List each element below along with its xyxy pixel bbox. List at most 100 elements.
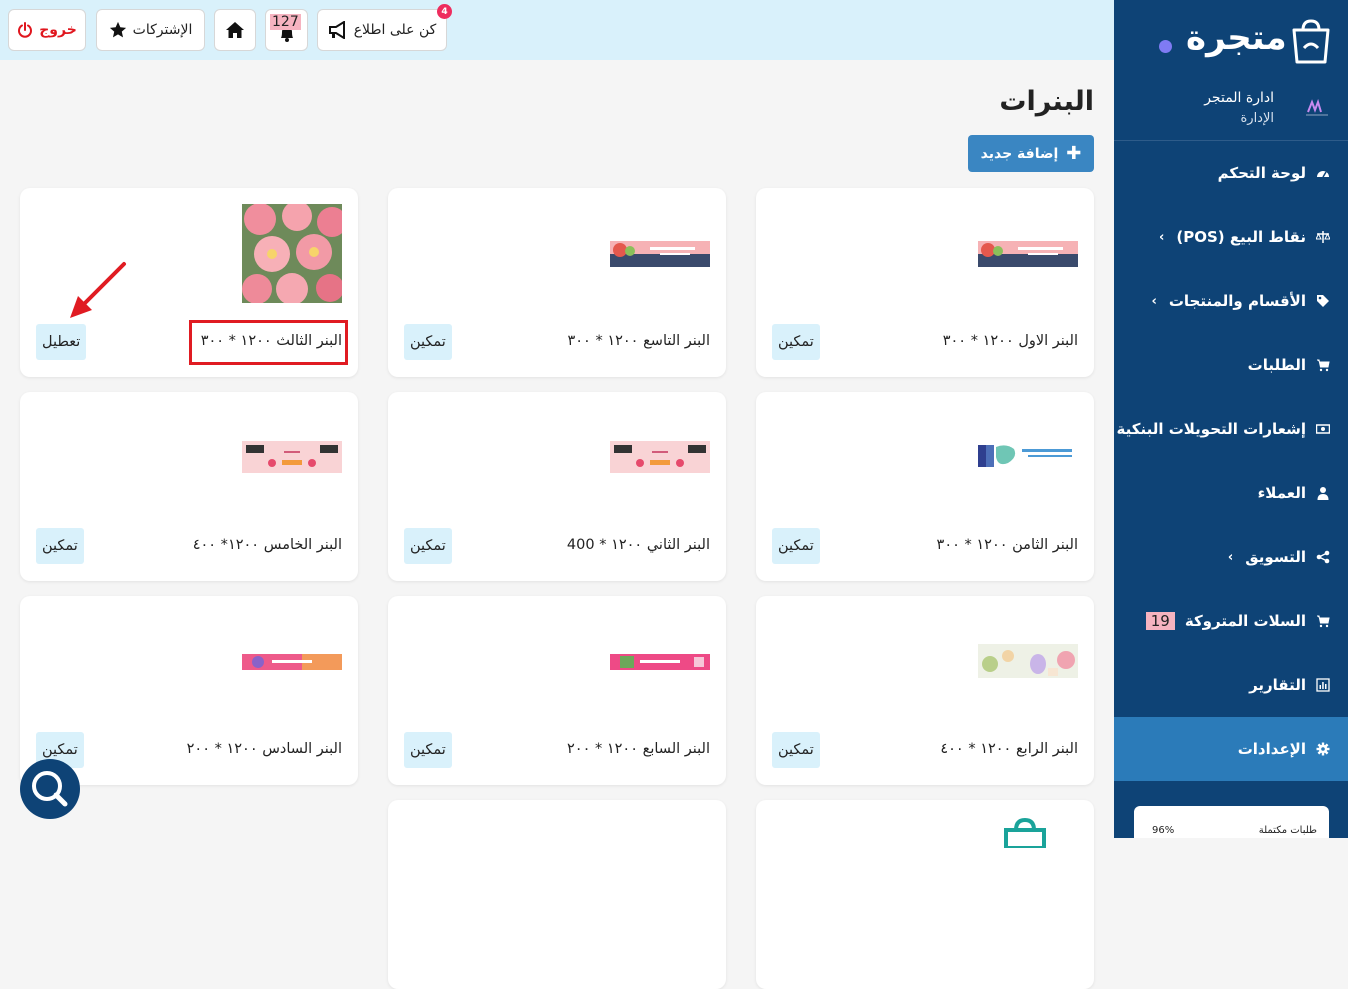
plus-icon: ✚ [1066, 143, 1082, 164]
sidebar-item-pos[interactable]: نقاط البيع (POS) › [1114, 205, 1348, 269]
home-icon [226, 22, 244, 38]
dashboard-icon [1317, 171, 1329, 178]
search-fab-button[interactable] [20, 759, 80, 819]
notifications-count: 127 [270, 14, 301, 30]
enable-button[interactable]: تمكين [772, 528, 820, 564]
star-icon [109, 21, 126, 38]
enable-button[interactable]: تمكين [772, 324, 820, 360]
logout-button[interactable]: خروج [8, 9, 86, 51]
stay-informed-badge: 4 [437, 4, 452, 19]
logo-text: متجرة [1186, 18, 1287, 58]
share-icon [1316, 550, 1330, 564]
banner-card: البنر الثاني ١٢٠٠ * 400 تمكين [388, 392, 726, 581]
cart-icon [1317, 359, 1330, 372]
logout-label: خروج [39, 22, 77, 38]
logo-dot [1159, 40, 1172, 53]
page-title: البنرات [999, 86, 1094, 117]
power-icon [18, 22, 33, 38]
abandoned-carts-count: 19 [1145, 612, 1175, 630]
store-role: الإدارة [1240, 111, 1274, 126]
sidebar-item-label: التقارير [1249, 676, 1306, 694]
banner-thumbnail [610, 441, 710, 473]
banner-thumbnail [242, 654, 342, 670]
sidebar-item-categories-products[interactable]: الأقسام والمنتجات › [1114, 269, 1348, 333]
banner-card [388, 800, 726, 989]
banner-title: البنر الخامس ١٢٠٠* ٤٠٠ [192, 537, 342, 553]
sidebar-item-label: الأقسام والمنتجات [1168, 292, 1306, 310]
enable-button[interactable]: تمكين [772, 732, 820, 768]
sidebar: متجرة ادارة المتجر الإدارة لوحة التحكم ن… [1114, 0, 1348, 838]
home-button[interactable] [214, 9, 256, 51]
enable-button[interactable]: تمكين [404, 528, 452, 564]
banner-thumbnail [978, 644, 1078, 678]
disable-button[interactable]: تعطيل [36, 324, 87, 360]
banner-card: البنر السابع ١٢٠٠ * ٢٠٠ تمكين [388, 596, 726, 785]
stay-informed-label: كن على اطلاع [353, 22, 437, 38]
banner-card: البنر الخامس ١٢٠٠* ٤٠٠ تمكين [20, 392, 358, 581]
sidebar-item-dashboard[interactable]: لوحة التحكم [1114, 141, 1348, 205]
stay-informed-button[interactable]: كن على اطلاع 4 [317, 4, 452, 51]
shopping-bag-logo-icon [1292, 19, 1330, 64]
completed-orders-card: طلبات مكتملة 96% [1134, 806, 1329, 838]
sidebar-item-settings[interactable]: الإعدادات [1114, 717, 1348, 781]
top-bar: خروج الإشتركات 127 كن على اطلاع 4 [0, 0, 1114, 60]
enable-button[interactable]: تمكين [36, 528, 84, 564]
money-icon [1316, 424, 1330, 434]
banner-title: البنر الثامن ١٢٠٠ * ٣٠٠ [936, 537, 1078, 553]
sidebar-item-label: إشعارات التحويلات البنكية [1116, 420, 1306, 438]
megaphone-icon [328, 21, 345, 39]
sidebar-item-label: نقاط البيع (POS) [1176, 228, 1306, 246]
sidebar-item-marketing[interactable]: التسويق › [1114, 525, 1348, 589]
subscriptions-button[interactable]: الإشتركات [96, 9, 205, 51]
sidebar-item-label: الإعدادات [1237, 740, 1306, 758]
banner-card: البنر التاسع ١٢٠٠ * ٣٠٠ تمكين [388, 188, 726, 377]
chevron-icon: › [1151, 293, 1157, 309]
shopping-bag-placeholder-icon [1004, 818, 1046, 848]
cart-icon [1317, 615, 1330, 628]
gear-icon [1316, 742, 1330, 756]
banner-title: البنر السادس ١٢٠٠ * ٢٠٠ [186, 741, 342, 757]
store-avatar [1306, 98, 1328, 116]
banner-thumbnail [242, 441, 342, 473]
chevron-icon: › [1159, 229, 1165, 245]
banner-title: البنر السابع ١٢٠٠ * ٢٠٠ [567, 741, 710, 757]
sidebar-item-label: لوحة التحكم [1217, 164, 1306, 182]
banner-title: البنر الرابع ١٢٠٠ * ٤٠٠ [940, 741, 1078, 757]
banner-title: البنر الاول ١٢٠٠ * ٣٠٠ [942, 333, 1078, 349]
banner-thumbnail [610, 654, 710, 670]
sidebar-item-reports[interactable]: التقارير [1114, 653, 1348, 717]
add-new-button[interactable]: ✚ إضافة جديد [968, 135, 1094, 172]
search-icon [32, 771, 68, 807]
banner-title: البنر التاسع ١٢٠٠ * ٣٠٠ [567, 333, 710, 349]
sidebar-item-label: التسويق [1245, 548, 1306, 566]
enable-button[interactable]: تمكين [404, 732, 452, 768]
banner-title: البنر الثاني ١٢٠٠ * 400 [566, 537, 710, 553]
chevron-icon: › [1227, 549, 1234, 565]
sidebar-item-label: الطلبات [1247, 356, 1306, 374]
highlight-box [189, 320, 348, 365]
notifications-button[interactable]: 127 [265, 9, 308, 51]
completed-orders-label: طلبات مكتملة [1258, 825, 1317, 836]
subscriptions-label: الإشتركات [132, 22, 193, 38]
red-arrow-icon [70, 262, 126, 318]
user-icon [1317, 487, 1329, 500]
banner-card: البنر الرابع ١٢٠٠ * ٤٠٠ تمكين [756, 596, 1094, 785]
banner-thumbnail [978, 241, 1078, 267]
add-new-label: إضافة جديد [980, 145, 1059, 162]
banner-thumbnail [610, 241, 710, 267]
sidebar-item-orders[interactable]: الطلبات [1114, 333, 1348, 397]
banner-thumbnail [242, 204, 342, 303]
sidebar-item-label: العملاء [1257, 484, 1306, 502]
chart-icon [1316, 678, 1330, 692]
completed-orders-value: 96% [1152, 825, 1175, 836]
scale-icon [1316, 231, 1330, 243]
sidebar-item-abandoned-carts[interactable]: السلات المتروكة 19 [1114, 589, 1348, 653]
banner-thumbnail [978, 443, 1078, 469]
enable-button[interactable]: تمكين [404, 324, 452, 360]
tag-icon [1317, 295, 1329, 307]
sidebar-item-bank-transfers[interactable]: إشعارات التحويلات البنكية [1114, 397, 1348, 461]
sidebar-item-label: السلات المتروكة [1184, 612, 1306, 630]
banner-card: البنر الاول ١٢٠٠ * ٣٠٠ تمكين [756, 188, 1094, 377]
sidebar-item-customers[interactable]: العملاء [1114, 461, 1348, 525]
store-name: ادارة المتجر [1204, 90, 1274, 106]
